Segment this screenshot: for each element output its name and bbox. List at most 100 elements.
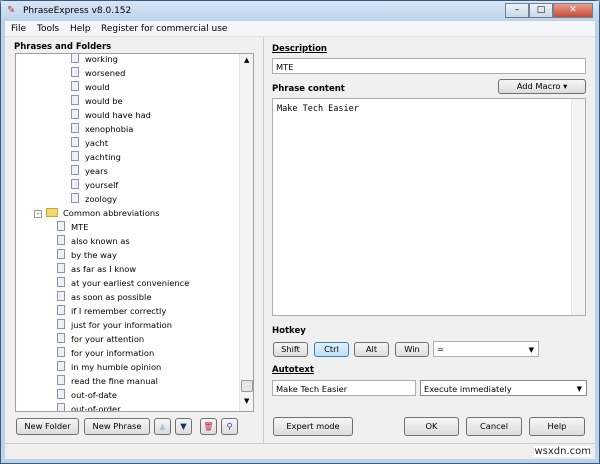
tree-item[interactable]: in my humble opinion [57,360,161,374]
phrase-tree: ▲ ▼ working worsened would would be would ha… [15,53,254,412]
app-logo-icon: ✎ [7,5,16,16]
phrase-document-icon [57,403,65,411]
tree-item[interactable]: would be [71,94,123,108]
alt-toggle[interactable]: Alt [354,342,389,357]
textarea-scrollbar[interactable] [571,99,585,315]
phrase-document-icon [57,263,65,273]
tree-item[interactable]: if I remember correctly [57,304,166,318]
tree-item-label: yacht [85,138,109,148]
tree-item[interactable]: by the way [57,248,117,262]
phrase-document-icon [57,291,65,301]
window-title: PhraseExpress v8.0.152 [23,6,132,16]
phrase-content-label: Phrase content [272,84,345,94]
move-up-icon[interactable]: ▲ [154,418,171,435]
tree-item[interactable]: read the fine manual [57,374,158,388]
phrase-document-icon [71,81,79,91]
chevron-down-icon: ▼ [576,385,582,393]
shift-toggle[interactable]: Shift [273,342,308,357]
tree-item-label: in my humble opinion [71,362,162,372]
phrases-heading: Phrases and Folders [14,42,112,52]
tree-item-label: out-of-date [71,390,117,400]
phrase-document-icon [71,151,79,161]
phrase-document-icon [71,123,79,133]
menu-register[interactable]: Register for commercial use [101,24,227,34]
new-folder-button[interactable]: New Folder [16,418,79,435]
tree-item[interactable]: MTE [57,220,88,234]
win-toggle[interactable]: Win [395,342,429,357]
tree-item[interactable]: just for your information [57,318,172,332]
hotkey-key-select[interactable]: = ▼ [433,341,539,357]
move-down-icon[interactable]: ▼ [175,418,192,435]
collapse-icon[interactable]: - [34,210,42,218]
tree-item[interactable]: working [71,54,118,66]
tree-item-label: at your earliest convenience [71,278,190,288]
close-button[interactable]: ✕ [553,3,593,18]
tree-item[interactable]: out-of-date [57,388,117,402]
tree-item[interactable]: years [71,164,108,178]
tree-item-label: also known as [71,236,130,246]
tree-item-label: as soon as possible [71,292,152,302]
tree-item-label: working [85,54,118,64]
menu-bar: File Tools Help Register for commercial … [5,21,595,37]
status-bar: wsxdn.com [5,443,595,459]
autotext-mode-select[interactable]: Execute immediately ▼ [420,380,587,396]
folder-common-abbreviations[interactable]: - Common abbreviations [34,206,159,220]
tree-item[interactable]: yourself [71,178,118,192]
maximize-button[interactable]: □ [529,3,553,18]
tree-item-label: MTE [71,222,89,232]
tree-item[interactable]: xenophobia [71,122,133,136]
phrase-document-icon [71,67,79,77]
delete-icon[interactable]: 🗑 [200,418,217,435]
new-phrase-button[interactable]: New Phrase [84,418,150,435]
ctrl-toggle[interactable]: Ctrl [314,342,349,357]
expert-mode-button[interactable]: Expert mode [273,417,353,436]
tree-item[interactable]: as far as I know [57,262,136,276]
tree-item-label: xenophobia [85,124,134,134]
phrase-content-textarea[interactable]: Make Tech Easier [272,98,586,316]
tree-item[interactable]: would have had [71,108,151,122]
search-icon[interactable]: ⚲ [221,418,238,435]
tree-item[interactable]: would [71,80,110,94]
tree-item[interactable]: also known as [57,234,130,248]
tree-item-label: as far as I know [71,264,137,274]
minimize-button[interactable]: – [505,3,529,18]
phrase-document-icon [71,54,79,63]
tree-item[interactable]: yacht [71,136,108,150]
description-input[interactable]: MTE [272,58,586,74]
phrase-document-icon [57,375,65,385]
tree-item-label: worsened [85,68,126,78]
hotkey-label: Hotkey [272,326,306,336]
app-window: ✎ PhraseExpress v8.0.152 – □ ✕ File Tool… [0,0,600,464]
tree-item[interactable]: zoology [71,192,117,206]
watermark: wsxdn.com [534,446,591,457]
phrase-document-icon [57,235,65,245]
tree-item[interactable]: out-of-order [57,402,121,412]
phrase-document-icon [57,389,65,399]
autotext-label: Autotext [272,365,314,375]
menu-help[interactable]: Help [70,24,91,34]
scroll-thumb[interactable] [241,380,253,392]
autotext-input[interactable]: Make Tech Easier [272,380,416,396]
tree-scrollbar[interactable]: ▲ ▼ [239,54,253,411]
cancel-button[interactable]: Cancel [466,417,522,436]
tree-item[interactable]: as soon as possible [57,290,151,304]
help-button[interactable]: Help [529,417,585,436]
phrase-document-icon [57,305,65,315]
phrase-document-icon [71,179,79,189]
menu-file[interactable]: File [11,24,26,34]
tree-item[interactable]: worsened [71,66,125,80]
ok-button[interactable]: OK [404,417,459,436]
tree-item[interactable]: for your attention [57,332,144,346]
panel-divider[interactable] [263,37,264,459]
tree-item[interactable]: yachting [71,150,121,164]
tree-item-label: years [85,166,108,176]
add-macro-button[interactable]: Add Macro ▾ [498,79,586,94]
tree-item[interactable]: for your information [57,346,154,360]
tree-item-label: out-of-order [71,404,121,412]
tree-item-label: by the way [71,250,117,260]
tree-item-label: would [85,82,110,92]
phrase-document-icon [71,95,79,105]
tree-item[interactable]: at your earliest convenience [57,276,189,290]
menu-tools[interactable]: Tools [37,24,59,34]
phrase-document-icon [57,361,65,371]
